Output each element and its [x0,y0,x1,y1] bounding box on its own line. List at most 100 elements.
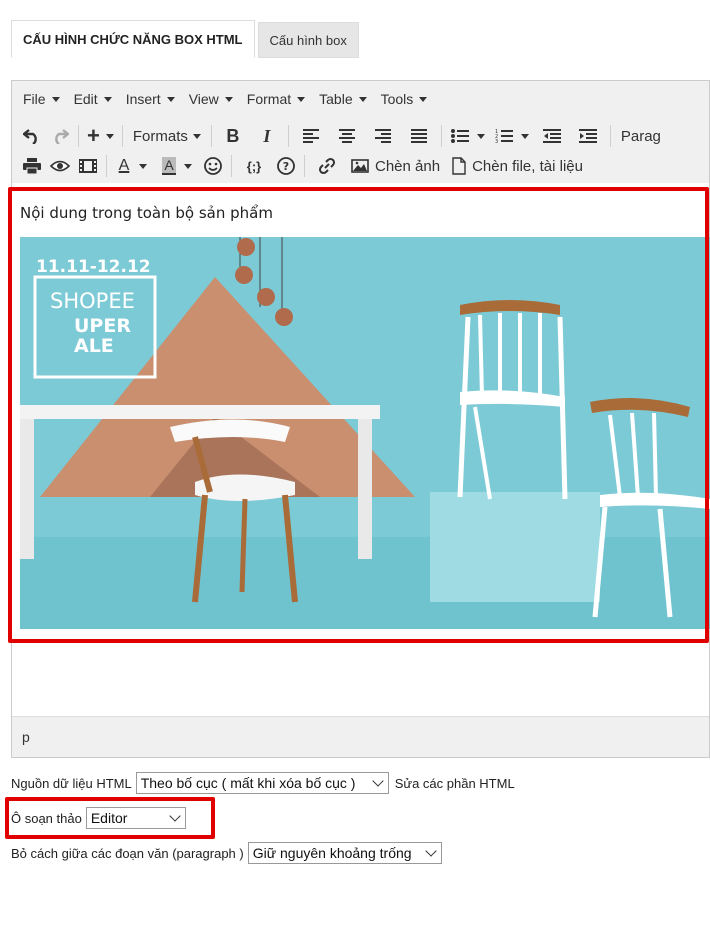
editor-toolbar: + Formats B I 1 2 3 Parag A A {;} ? Chèn… [12,117,709,184]
menu-format[interactable]: Format [240,91,312,107]
align-left-button[interactable] [293,122,329,150]
html-source-select[interactable]: Theo bố cục ( mất khi xóa bố cục ) [135,772,389,794]
tab-box-config[interactable]: Cấu hình box [257,22,359,58]
smiley-icon [204,157,222,175]
caret-icon [476,133,485,139]
caret-icon [166,96,175,102]
link-button[interactable] [309,152,345,180]
menu-file[interactable]: File [16,91,67,107]
chevron-down-icon [372,775,384,787]
outdent-button[interactable] [534,122,570,150]
caret-icon [139,163,148,169]
menu-tools[interactable]: Tools [374,91,435,107]
editor-type-row: Ô soạn thảo Editor [11,807,186,829]
formats-dropdown[interactable]: Formats [127,122,207,150]
plus-icon: + [87,123,100,148]
bullet-list-icon [450,129,469,143]
separator [287,125,289,147]
menu-file-label: File [23,91,46,107]
paragraph-spacing-row: Bỏ cách giữa các đoạn văn (paragraph ) G… [11,842,442,864]
align-justify-button[interactable] [401,122,437,150]
separator [210,125,212,147]
edit-html-link[interactable]: Sửa các phần HTML [395,776,515,791]
editor-type-value: Editor [90,810,128,826]
separator [304,155,305,177]
paragraph-spacing-label: Bỏ cách giữa các đoạn văn (paragraph ) [11,845,244,861]
caret-icon [183,163,192,169]
preview-button[interactable] [46,152,74,180]
media-button[interactable] [74,152,102,180]
html-source-value: Theo bố cục ( mất khi xóa bố cục ) [140,775,356,791]
separator [231,155,232,177]
caret-icon [51,96,60,102]
chevron-down-icon [425,845,437,857]
chevron-down-icon [169,810,181,822]
separator [609,125,611,147]
menu-edit[interactable]: Edit [67,91,119,107]
menu-tools-label: Tools [380,91,414,107]
paragraph-spacing-value: Giữ nguyên khoảng trống [252,845,412,861]
insert-image-label: Chèn ảnh [375,157,441,175]
align-left-icon [302,129,319,143]
menu-insert-label: Insert [125,91,161,107]
insert-file-label: Chèn file, tài liệu [472,157,583,175]
separator [121,125,123,147]
help-icon: ? [277,157,295,175]
insert-plus-button[interactable]: + [83,122,118,150]
insert-file-button[interactable]: Chèn file, tài liệu [446,152,589,180]
print-icon [23,158,41,174]
menu-table-label: Table [319,91,353,107]
indent-button[interactable] [570,122,606,150]
caret-icon [358,96,367,102]
text-color-button[interactable]: A [111,152,155,180]
highlight-color-icon: A [162,157,176,175]
html-source-row: Nguồn dữ liệu HTML Theo bố cục ( mất khi… [11,772,515,794]
caret-icon [297,96,306,102]
print-button[interactable] [18,152,46,180]
emoticons-button[interactable] [199,152,227,180]
paragraph-dropdown[interactable]: Parag [615,122,665,150]
align-right-button[interactable] [365,122,401,150]
align-center-button[interactable] [329,122,365,150]
numbered-list-button[interactable]: 123 [490,122,534,150]
align-justify-icon [410,129,427,143]
highlight-box-content [8,187,709,643]
bullet-list-button[interactable] [446,122,490,150]
caret-icon [192,133,201,139]
italic-button[interactable]: I [250,122,284,150]
link-icon [318,157,336,175]
menu-insert[interactable]: Insert [119,91,182,107]
editor-type-label: Ô soạn thảo [11,810,82,826]
align-center-icon [338,129,355,143]
undo-button[interactable] [18,122,46,150]
caret-icon [520,133,529,139]
menu-view[interactable]: View [182,91,240,107]
text-color-icon: A [118,157,130,174]
caret-icon [103,96,112,102]
editor-statusbar: p [12,716,709,757]
help-button[interactable]: ? [272,152,300,180]
redo-button[interactable] [46,122,74,150]
background-color-button[interactable]: A [155,152,199,180]
caret-icon [419,96,428,102]
svg-text:3: 3 [495,139,498,143]
menu-format-label: Format [246,91,292,107]
eye-icon [50,160,70,172]
separator [106,155,107,177]
tab-html-box-config[interactable]: CẤU HÌNH CHỨC NĂNG BOX HTML [11,20,255,58]
image-icon [351,159,369,173]
tab-bar: CẤU HÌNH CHỨC NĂNG BOX HTML Cấu hình box [11,20,359,58]
caret-icon [105,133,114,139]
insert-image-button[interactable]: Chèn ảnh [345,152,446,180]
paragraph-spacing-select[interactable]: Giữ nguyên khoảng trống [247,842,442,864]
formats-label: Formats [132,127,188,145]
html-source-label: Nguồn dữ liệu HTML [11,775,132,791]
menu-table[interactable]: Table [312,91,373,107]
toolbar-row-2: A A {;} ? Chèn ảnh Chèn file, tài liệu [12,151,709,181]
caret-icon [224,96,233,102]
editor-type-select[interactable]: Editor [85,807,186,829]
code-sample-button[interactable]: {;} [236,152,272,180]
bold-button[interactable]: B [216,122,250,150]
align-right-icon [374,129,391,143]
element-path[interactable]: p [22,729,30,745]
